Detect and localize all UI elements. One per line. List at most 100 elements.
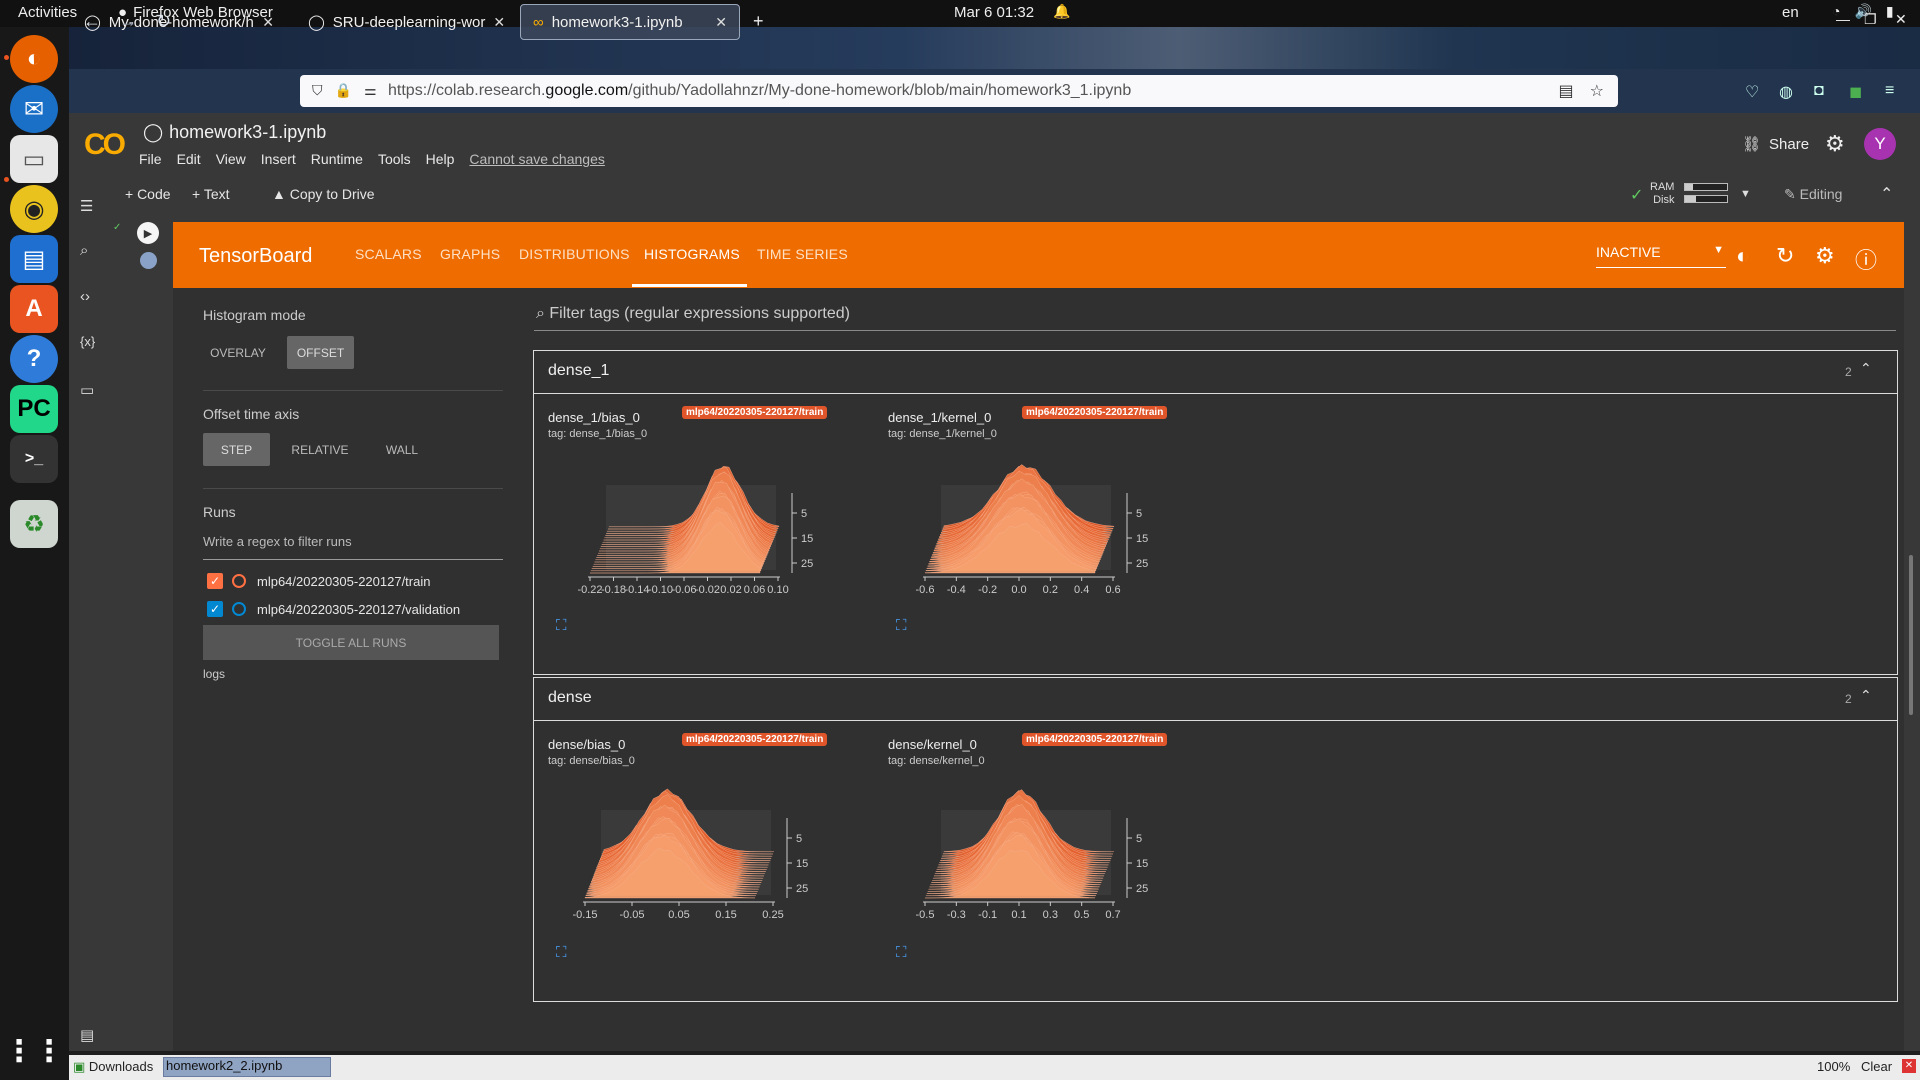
notebook-title[interactable]: ◯ homework3-1.ipynb (143, 122, 326, 143)
fullscreen-expand-icon[interactable]: ⛶ (896, 617, 907, 634)
filter-tags-input[interactable]: ⌕ Filter tags (regular expressions suppo… (534, 305, 1896, 331)
resource-dropdown-icon[interactable]: ▼ (1740, 188, 1751, 200)
copy-to-drive-button[interactable]: ▲ Copy to Drive (272, 186, 375, 202)
close-tab-icon[interactable]: ✕ (493, 14, 505, 31)
cannot-save-link[interactable]: Cannot save changes (469, 151, 604, 167)
dark-mode-icon[interactable]: ◐ (1736, 243, 1749, 269)
histogram-chart: -0.22-0.18-0.14-0.10-0.06-0.02 0.02 0.06 0.… (577, 466, 813, 596)
browser-tab[interactable]: ◯ SRU-deeplearning-wor ✕ (296, 4, 510, 40)
settings-gear-icon[interactable]: ⚙ (1825, 131, 1845, 157)
writer-dock-icon[interactable]: ▤ (10, 235, 58, 283)
rhythmbox-dock-icon[interactable]: ◉ (10, 185, 58, 233)
menu-file[interactable]: File (139, 151, 162, 167)
toc-icon[interactable]: ☰ (80, 197, 93, 215)
run-color-swatch[interactable] (232, 574, 246, 588)
show-apps-icon[interactable]: ⋮⋮ (4, 1027, 64, 1075)
run-checkbox[interactable]: ✓ (207, 573, 223, 589)
close-tab-icon[interactable]: ✕ (262, 14, 274, 31)
tab-scalars[interactable]: SCALARS (355, 246, 422, 262)
overlay-button[interactable]: OVERLAY (203, 336, 273, 369)
bookmark-star-icon[interactable]: ☆ (1590, 81, 1604, 101)
menu-tools[interactable]: Tools (378, 151, 411, 167)
minimize-icon[interactable]: — (1836, 11, 1850, 27)
close-download-bar-icon[interactable]: ✕ (1902, 1059, 1916, 1073)
reader-view-icon[interactable]: ▤ (1559, 81, 1574, 101)
scrollbar-thumb[interactable] (1909, 555, 1913, 715)
code-snippets-icon[interactable]: ‹› (80, 288, 90, 305)
menu-view[interactable]: View (216, 151, 246, 167)
tab-graphs[interactable]: GRAPHS (440, 246, 500, 262)
firefox-dock-icon[interactable]: ◐ (10, 35, 58, 83)
menu-icon[interactable]: ≡ (1885, 82, 1894, 100)
menu-runtime[interactable]: Runtime (311, 151, 363, 167)
offset-button[interactable]: OFFSET (287, 336, 354, 369)
help-icon[interactable]: ⓘ (1855, 243, 1877, 275)
step-button[interactable]: STEP (203, 433, 270, 466)
relative-button[interactable]: RELATIVE (284, 433, 356, 466)
tag-group-header[interactable] (534, 678, 1897, 721)
download-item[interactable]: homework2_2.ipynb (163, 1057, 331, 1077)
run-color-swatch[interactable] (232, 602, 246, 616)
plugin-select[interactable]: INACTIVE ▼ (1596, 244, 1726, 268)
tab-time-series[interactable]: TIME SERIES (757, 246, 848, 262)
pocket-icon[interactable]: ♡ (1745, 82, 1759, 102)
new-tab-icon[interactable]: + (753, 11, 764, 32)
terminal-dock-icon[interactable]: >_ (10, 435, 58, 483)
editing-label: Editing (1799, 186, 1843, 202)
settings-gear-icon[interactable]: ⚙ (1815, 243, 1835, 269)
editing-mode[interactable]: ✎ Editing (1784, 186, 1842, 203)
ram-bar-fill (1685, 184, 1694, 190)
tab-histograms[interactable]: HISTOGRAMS (644, 246, 740, 262)
search-icon[interactable]: ⌕ (80, 242, 88, 259)
reload-icon[interactable]: ↻ (156, 11, 171, 32)
help-dock-icon[interactable]: ? (10, 335, 58, 383)
extension-icon[interactable]: ◍ (1779, 82, 1793, 102)
pycharm-dock-icon[interactable]: PC (10, 385, 58, 433)
browser-tab-active[interactable]: ∞ homework3-1.ipynb ✕ (520, 4, 740, 40)
activities-button[interactable]: Activities (18, 4, 77, 21)
clear-downloads-button[interactable]: Clear (1861, 1059, 1892, 1074)
close-window-icon[interactable]: ✕ (1895, 11, 1907, 28)
add-text-button[interactable]: + Text (192, 186, 230, 202)
software-center-dock-icon[interactable]: A (10, 285, 58, 333)
avatar[interactable]: Y (1864, 128, 1896, 160)
extension-icon[interactable]: ◼ (1849, 82, 1862, 102)
thunderbird-dock-icon[interactable]: ✉ (10, 85, 58, 133)
extension-icon[interactable]: ◘ (1814, 82, 1824, 100)
files-folder-icon[interactable]: ▭ (80, 381, 94, 399)
trash-dock-icon[interactable]: ♻ (10, 500, 58, 548)
tab-distributions[interactable]: DISTRIBUTIONS (519, 246, 630, 262)
wall-button[interactable]: WALL (372, 433, 432, 466)
fullscreen-expand-icon[interactable]: ⛶ (556, 944, 567, 961)
filter-runs-input[interactable]: Write a regex to filter runs (203, 534, 503, 560)
files-dock-icon[interactable]: ▭ (10, 135, 58, 183)
collapse-group-icon[interactable]: ⌃ (1860, 360, 1872, 377)
toggle-all-runs-button[interactable]: TOGGLE ALL RUNS (203, 625, 499, 660)
maximize-icon[interactable]: ❐ (1864, 11, 1877, 28)
share-button[interactable]: ⛓ Share (1742, 135, 1809, 154)
menu-edit[interactable]: Edit (177, 151, 201, 167)
run-cell-button[interactable]: ▶ (137, 222, 159, 244)
forward-icon[interactable]: → (119, 11, 137, 32)
reload-data-icon[interactable]: ↻ (1776, 243, 1794, 269)
browser-tab[interactable]: ◯ My-done-homework/h ✕ (72, 4, 286, 40)
fullscreen-expand-icon[interactable]: ⛶ (556, 617, 567, 634)
terminal-panel-icon[interactable]: ▤ (80, 1026, 94, 1044)
add-code-button[interactable]: + Code (125, 186, 171, 202)
variables-icon[interactable]: {x} (80, 334, 95, 349)
keyboard-layout[interactable]: en (1782, 4, 1799, 21)
close-tab-icon[interactable]: ✕ (715, 14, 727, 31)
resource-monitor[interactable]: RAM Disk (1650, 181, 1674, 207)
colab-logo[interactable]: CO (84, 128, 126, 162)
fullscreen-expand-icon[interactable]: ⛶ (896, 944, 907, 961)
tag-group-header[interactable] (534, 351, 1897, 394)
clock[interactable]: Mar 6 01:32 (954, 4, 1034, 21)
url-bar[interactable]: ⛉ 🔒 ⚌ https://colab.research.google.com/gi… (300, 75, 1618, 107)
run-checkbox[interactable]: ✓ (207, 601, 223, 617)
downloads-button[interactable]: ▣ Downloads (73, 1059, 153, 1075)
collapse-group-icon[interactable]: ⌃ (1860, 687, 1872, 704)
collapse-header-icon[interactable]: ⌃ (1880, 184, 1893, 204)
menu-help[interactable]: Help (426, 151, 455, 167)
menu-insert[interactable]: Insert (261, 151, 296, 167)
back-icon[interactable]: ← (83, 11, 101, 32)
